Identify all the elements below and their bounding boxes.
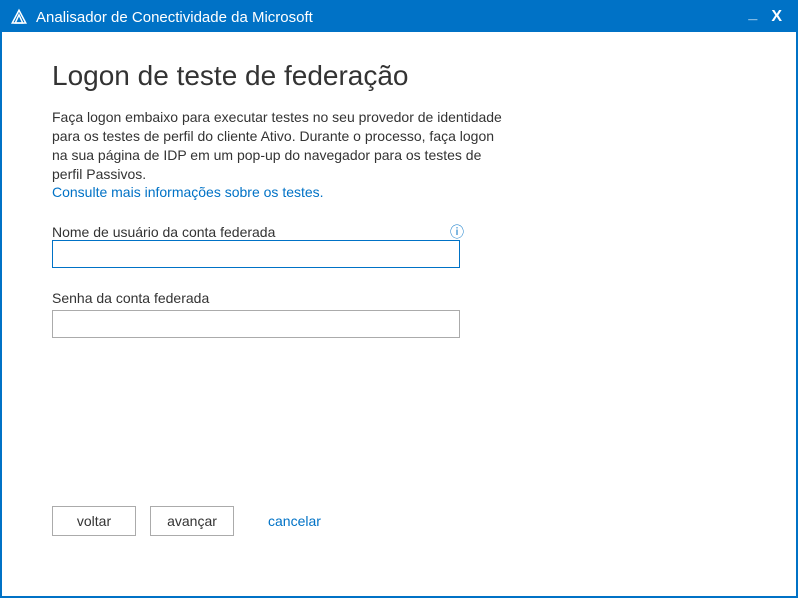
username-row: Nome de usuário da conta federada ⓘ	[52, 224, 746, 268]
next-button[interactable]: avançar	[150, 506, 234, 536]
button-row: voltar avançar cancelar	[52, 506, 746, 536]
description-block: Faça logon embaixo para executar testes …	[52, 108, 746, 200]
form-area: Nome de usuário da conta federada ⓘ Senh…	[52, 224, 746, 360]
close-button[interactable]: X	[771, 9, 782, 25]
password-input[interactable]	[52, 310, 460, 338]
minimize-button[interactable]: _	[748, 6, 757, 22]
app-window: Analisador de Conectividade da Microsoft…	[0, 0, 798, 598]
content-area: Logon de teste de federação Faça logon e…	[2, 32, 796, 596]
help-link[interactable]: Consulte mais informações sobre os teste…	[52, 184, 324, 200]
page-title: Logon de teste de federação	[52, 60, 746, 92]
password-row: Senha da conta federada	[52, 290, 746, 338]
titlebar: Analisador de Conectividade da Microsoft…	[2, 2, 796, 32]
username-label-row: Nome de usuário da conta federada ⓘ	[52, 224, 462, 240]
app-logo-icon	[10, 8, 28, 26]
window-title: Analisador de Conectividade da Microsoft	[36, 9, 748, 26]
username-label: Nome de usuário da conta federada	[52, 224, 275, 240]
username-input[interactable]	[52, 240, 460, 268]
back-button[interactable]: voltar	[52, 506, 136, 536]
window-controls: _ X	[748, 9, 788, 25]
password-label-row: Senha da conta federada	[52, 290, 746, 306]
password-label: Senha da conta federada	[52, 290, 209, 306]
spacer	[52, 360, 746, 496]
description-text: Faça logon embaixo para executar testes …	[52, 108, 512, 184]
info-icon[interactable]: ⓘ	[450, 222, 464, 242]
cancel-link[interactable]: cancelar	[268, 513, 321, 529]
